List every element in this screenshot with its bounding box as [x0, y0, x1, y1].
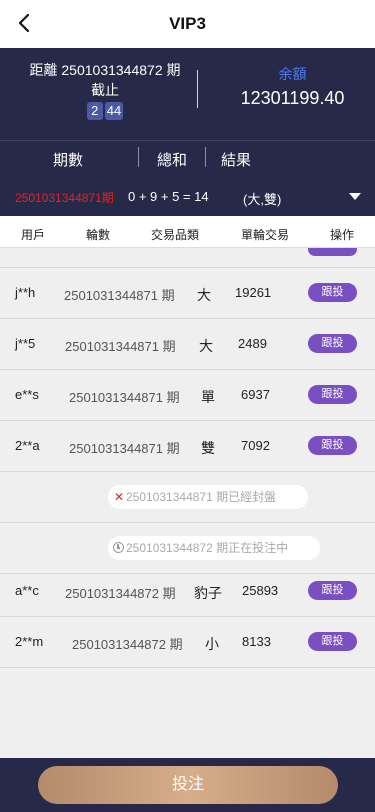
follow-button[interactable]: 跟投 [308, 334, 357, 353]
result-issue: 2501031344871期 [15, 191, 114, 205]
table-row: e**s 2501031344871 期 單 6937 跟投 [0, 370, 375, 421]
countdown-seconds: 44 [104, 102, 124, 120]
balance-label: 余額 [278, 66, 307, 82]
bet-list[interactable]: j**h 2501031344871 期 大 19261 跟投 j**5 250… [0, 248, 375, 758]
follow-button[interactable] [308, 248, 357, 256]
row-amount: 2489 [238, 336, 267, 351]
close-x-icon: ✕ [114, 490, 125, 504]
next-issue-label: 距離 2501031344872 期 [29, 62, 181, 78]
countdown-minutes: 2 [86, 102, 103, 120]
table-header: 用戶 輪數 交易品類 單輪交易 操作 [0, 216, 375, 248]
divider [138, 147, 139, 167]
table-row: 2**m 2501031344872 期 小 8133 跟投 [0, 617, 375, 668]
closed-notice: ✕ 2501031344871 期已經封盤 [108, 485, 308, 509]
row-amount: 25893 [242, 583, 279, 598]
row-user: e**s [15, 387, 39, 402]
result-formula: 0 + 9 + 5 = 14 [128, 189, 209, 204]
divider [197, 70, 198, 108]
caret-down-icon[interactable] [349, 193, 361, 200]
row-item: 雙 [201, 440, 215, 456]
row-issue: 2501031344872 期 [65, 586, 176, 601]
result-col-result: 結果 [221, 152, 252, 169]
row-issue: 2501031344871 期 [69, 390, 180, 405]
place-bet-button[interactable]: 投注 [38, 766, 338, 804]
page-title: VIP3 [169, 14, 206, 33]
closed-notice-row: ✕ 2501031344871 期已經封盤 [0, 472, 375, 523]
top-nav-bar: VIP3 [0, 0, 375, 48]
row-issue: 2501031344871 期 [65, 339, 176, 354]
follow-button[interactable]: 跟投 [308, 581, 357, 600]
table-row: j**h 2501031344871 期 大 19261 跟投 [0, 268, 375, 319]
follow-button[interactable]: 跟投 [308, 632, 357, 651]
row-amount: 19261 [235, 285, 272, 300]
row-user: j**h [15, 285, 36, 300]
col-round: 輪數 [86, 228, 111, 242]
row-user: a**c [15, 583, 39, 598]
result-attributes: (大,雙) [243, 192, 282, 207]
row-amount: 6937 [241, 387, 270, 402]
balance-section: 余額 12301199.40 [210, 64, 375, 109]
close-label: 截止 [91, 82, 119, 98]
row-item: 大 [197, 287, 211, 303]
result-col-sum: 總和 [157, 152, 188, 169]
col-amount: 單輪交易 [241, 228, 290, 242]
row-issue: 2501031344872 期 [72, 637, 183, 652]
result-header: 期數 總和 結果 [0, 140, 375, 174]
row-item: 小 [205, 636, 219, 652]
follow-button[interactable]: 跟投 [308, 283, 357, 302]
col-category: 交易品類 [151, 228, 200, 242]
row-item: 大 [199, 338, 213, 354]
table-row: a**c 2501031344872 期 豹子 25893 跟投 [0, 566, 375, 617]
row-amount: 7092 [241, 438, 270, 453]
row-amount: 8133 [242, 634, 271, 649]
row-user: j**5 [15, 336, 36, 351]
table-row: 2**a 2501031344871 期 雙 7092 跟投 [0, 421, 375, 472]
clock-icon [113, 542, 124, 553]
col-user: 用戶 [21, 228, 46, 242]
latest-result-row[interactable]: 2501031344871期 0 + 9 + 5 = 14 (大,雙) [0, 174, 375, 216]
table-row: j**5 2501031344871 期 大 2489 跟投 [0, 319, 375, 370]
row-user: 2**a [15, 438, 40, 453]
row-issue: 2501031344871 期 [64, 288, 175, 303]
issue-info-panel: 距離 2501031344872 期 截止 2 44 余額 12301199.4… [0, 48, 375, 140]
row-issue: 2501031344871 期 [69, 441, 180, 456]
countdown-section: 距離 2501031344872 期 截止 2 44 [0, 60, 210, 120]
follow-button[interactable]: 跟投 [308, 436, 357, 455]
col-action: 操作 [330, 228, 355, 242]
follow-button[interactable]: 跟投 [308, 385, 357, 404]
open-notice-text: 2501031344872 期正在投注中 [126, 541, 289, 555]
open-notice: 2501031344872 期正在投注中 [108, 536, 320, 560]
row-user: 2**m [15, 634, 44, 649]
closed-notice-text: 2501031344871 期已經封盤 [126, 490, 277, 504]
table-row [0, 248, 375, 268]
row-item: 豹子 [194, 585, 222, 601]
result-col-issue: 期數 [53, 152, 84, 169]
countdown-timer: 2 44 [0, 102, 210, 120]
balance-value: 12301199.40 [240, 88, 345, 108]
divider [205, 147, 206, 167]
bottom-bar: 投注 [0, 758, 375, 812]
row-item: 單 [201, 389, 215, 405]
